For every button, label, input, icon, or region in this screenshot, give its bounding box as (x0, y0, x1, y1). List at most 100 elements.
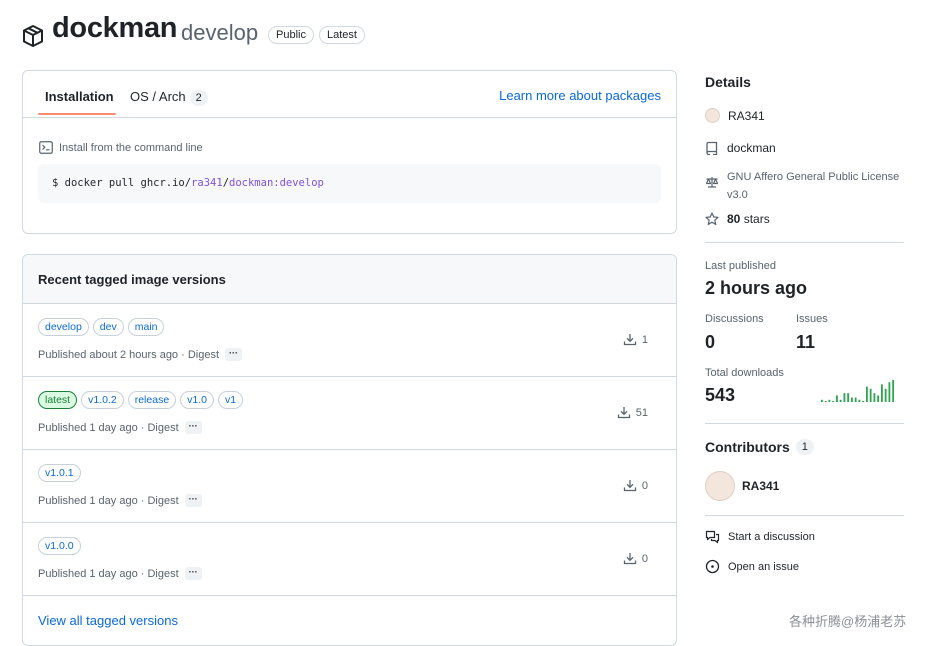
tag-v1-0-1[interactable]: v1.0.1 (38, 464, 81, 482)
contributor-row[interactable]: RA341 (705, 471, 779, 501)
versions-heading: Recent tagged image versions (38, 272, 226, 287)
repo-icon (705, 141, 719, 155)
open-issue-link[interactable]: Open an issue (705, 559, 799, 574)
tag-develop[interactable]: develop (38, 318, 89, 336)
sparkline-bar (884, 388, 887, 402)
sparkline-bar (858, 399, 861, 402)
tag-main[interactable]: main (127, 318, 165, 336)
owner-row[interactable]: RA341 (705, 108, 765, 123)
tag-v1-0[interactable]: v1.0 (180, 391, 215, 409)
sparkline-bar (866, 386, 868, 402)
digest-expand-button[interactable]: ··· (184, 567, 202, 580)
sparkline-bar (832, 401, 835, 402)
terminal-icon (39, 141, 53, 154)
sparkline-bar (821, 399, 823, 402)
sparkline-bar (854, 397, 857, 402)
discussions-label: Discussions (705, 313, 764, 325)
package-version-name: develop (181, 20, 259, 45)
sparkline-bar (839, 399, 842, 402)
cmd-label-text: Install from the command line (59, 141, 203, 154)
package-icon (22, 24, 44, 48)
sparkline-bar (881, 384, 883, 402)
sparkline-bar (851, 397, 853, 402)
last-published-label: Last published (705, 260, 776, 272)
view-all-versions-link[interactable]: View all tagged versions (38, 613, 178, 628)
contributors-header: Contributors 1 (705, 439, 814, 455)
stars-row[interactable]: 80 stars (705, 212, 770, 226)
sidebar-divider (705, 423, 904, 424)
watermark: 各种折腾@杨浦老苏 (789, 614, 907, 629)
issues-value: 11 (796, 332, 816, 352)
repo-row[interactable]: dockman (705, 141, 776, 155)
tab-divider (23, 117, 676, 118)
sparkline-bar (828, 399, 831, 402)
public-badge: Public (268, 26, 314, 44)
download-icon (623, 479, 637, 492)
sparkline-bar (892, 380, 895, 402)
total-downloads-value: 543 (705, 385, 736, 405)
download-icon (623, 552, 637, 565)
download-number: 51 (635, 406, 648, 419)
download-icon (623, 333, 637, 346)
tab-os-arch[interactable]: OS / Arch 2 (130, 89, 208, 106)
tab-os-arch-label: OS / Arch (130, 89, 186, 104)
sparkline-bar (843, 393, 846, 402)
contributors-count: 1 (795, 439, 814, 455)
digest-expand-button[interactable]: ··· (184, 494, 202, 507)
star-icon (705, 212, 719, 226)
start-discussion-label: Start a discussion (728, 531, 815, 543)
license-row[interactable]: GNU Affero General Public License v3.0 (705, 168, 899, 204)
download-count: 1 (623, 333, 648, 346)
published-text: Published 1 day ago · Digest (38, 494, 179, 507)
cmd-owner: ra341 (191, 177, 223, 189)
contributors-heading: Contributors (705, 439, 790, 455)
sparkline-bar (888, 382, 891, 402)
start-discussion-link[interactable]: Start a discussion (705, 530, 815, 544)
digest-expand-button[interactable]: ··· (184, 421, 202, 434)
tag-v1-0-0[interactable]: v1.0.0 (38, 537, 81, 555)
tag-latest[interactable]: latest (38, 391, 78, 409)
published-text: Published 1 day ago · Digest (38, 421, 179, 434)
license-line-2: v3.0 (727, 189, 748, 201)
sidebar-divider (705, 242, 904, 243)
cmd-label: Install from the command line (39, 141, 203, 154)
stars-word: stars (743, 212, 770, 226)
issue-opened-icon (705, 559, 720, 574)
download-number: 1 (641, 333, 648, 346)
details-heading: Details (705, 74, 751, 90)
tag-dev[interactable]: dev (92, 318, 124, 336)
versions-header: Recent tagged image versions (23, 255, 676, 304)
tagged-versions-panel: Recent tagged image versions develop dev… (22, 254, 677, 646)
sparkline-bar (877, 395, 880, 402)
published-text: Published about 2 hours ago · Digest (38, 348, 220, 361)
tab-os-arch-counter: 2 (189, 90, 208, 106)
tab-installation[interactable]: Installation (45, 89, 114, 104)
tag-v1[interactable]: v1 (218, 391, 244, 409)
contributor-name: RA341 (742, 479, 780, 493)
downloads-sparkline (821, 380, 895, 402)
published-text: Published 1 day ago · Digest (38, 567, 179, 580)
open-issue-label: Open an issue (728, 560, 799, 573)
version-row: v1.0.1 Published 1 day ago · Digest ··· 0 (23, 450, 676, 523)
learn-more-link[interactable]: Learn more about packages (499, 88, 661, 103)
version-row: v1.0.0 Published 1 day ago · Digest ··· 0 (23, 523, 676, 596)
version-row: develop dev main Published about 2 hours… (23, 304, 676, 377)
latest-badge: Latest (319, 26, 365, 44)
install-panel: Installation OS / Arch 2 Learn more about… (22, 70, 677, 234)
tag-v1-0-2[interactable]: v1.0.2 (81, 391, 124, 409)
sparkline-bar (824, 401, 827, 402)
digest-expand-button[interactable]: ··· (225, 348, 243, 361)
stars-count: 80 (727, 212, 741, 226)
tab-selected-indicator (38, 113, 116, 115)
sparkline-bar (836, 395, 838, 402)
sidebar-divider (705, 515, 904, 516)
comment-discussion-icon (705, 530, 720, 544)
cmd-prefix: $ docker pull ghcr.io/ (52, 177, 192, 189)
avatar (705, 108, 720, 123)
law-icon (705, 176, 719, 204)
owner-name: RA341 (728, 108, 765, 123)
docker-pull-command[interactable]: $ docker pull ghcr.io/ra341/dockman:deve… (38, 164, 661, 203)
tag-release[interactable]: release (127, 391, 177, 409)
last-published-value: 2 hours ago (705, 278, 808, 298)
total-downloads-label: Total downloads (705, 367, 784, 379)
